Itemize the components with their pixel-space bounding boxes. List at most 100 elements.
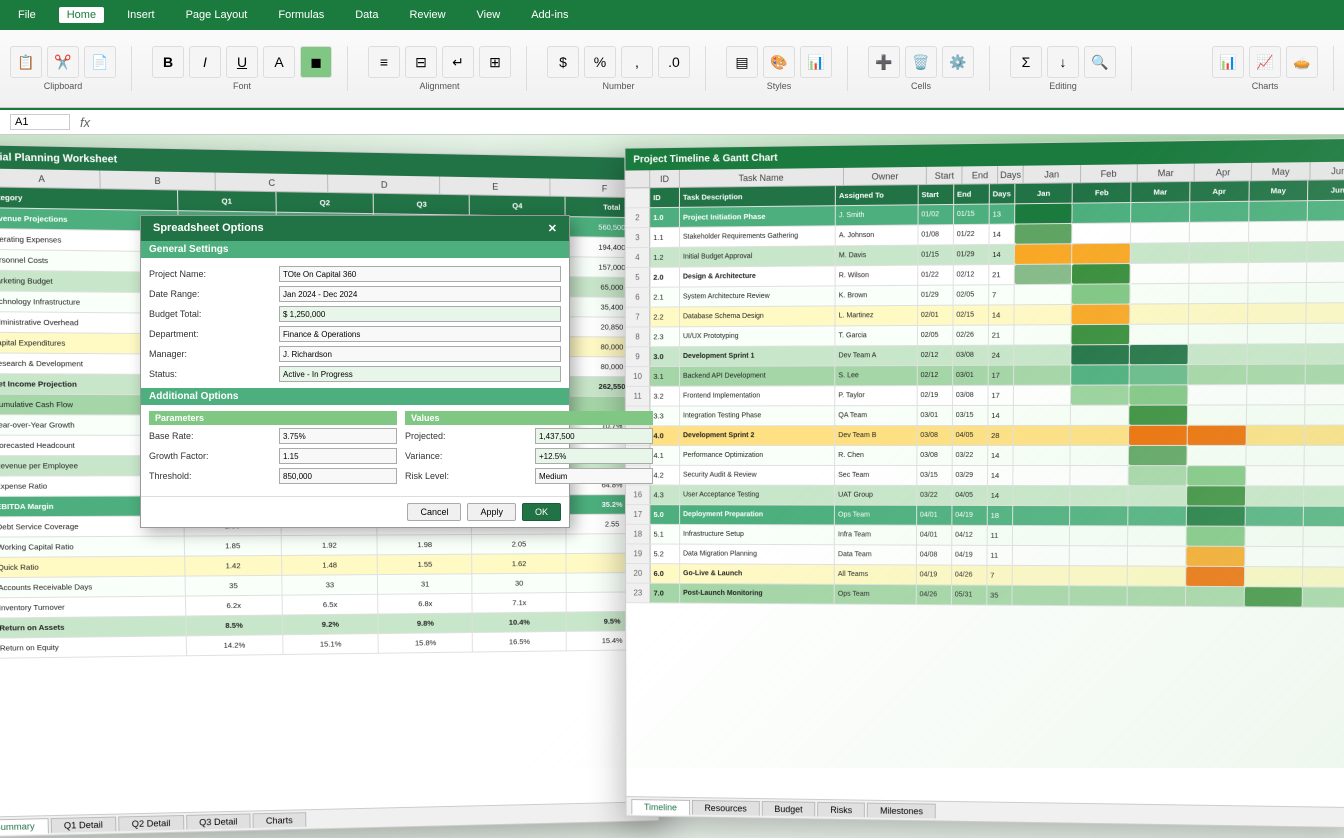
cancel-button[interactable]: Cancel [407,503,461,521]
right-sheet-tab-resources[interactable]: Resources [692,800,760,816]
right-sheet-tab-timeline[interactable]: Timeline [631,799,689,815]
right-col-task: Task Name [680,168,844,187]
sheet-tab-q2[interactable]: Q2 Detail [118,815,184,831]
right-sheet-tab-budget[interactable]: Budget [762,801,816,816]
dialog-col1-title: Parameters [149,411,397,425]
cell-reference-input[interactable] [10,114,70,130]
right-col-may: May [1252,162,1310,180]
ribbon-icons-clipboard: 📋 ✂️ 📄 [10,46,116,78]
table-row: 17 5.0 Deployment Preparation Ops Team 0… [626,505,1344,527]
currency-icon[interactable]: $ [547,46,579,78]
base-rate-input[interactable] [279,428,397,444]
ribbon-tab-review[interactable]: Review [401,7,453,23]
bar-chart-icon[interactable]: 📊 [1212,46,1244,78]
sort-icon[interactable]: ↓ [1047,46,1079,78]
dialog-field-growth: Growth Factor: [149,448,397,464]
project-name-input[interactable] [279,266,561,282]
sheet-tab-q1[interactable]: Q1 Detail [50,817,116,833]
ribbon-group-styles: ▤ 🎨 📊 Styles [726,46,848,91]
formula-fx-label: fx [80,115,90,130]
table-row: 13 4.0 Development Sprint 2 Dev Team B 0… [626,426,1344,447]
ok-button[interactable]: OK [522,503,561,521]
right-sheet-tab-milestones[interactable]: Milestones [867,803,936,819]
dialog-section2-title: Additional Options [141,388,569,405]
sum-icon[interactable]: Σ [1010,46,1042,78]
sheet-tab-charts[interactable]: Charts [253,812,306,828]
cell-styles-icon[interactable]: 📊 [800,46,832,78]
charts-label: Charts [1252,81,1279,91]
table-row: 11 3.2 Frontend Implementation P. Taylor… [626,385,1344,407]
pie-chart-icon[interactable]: 🥧 [1286,46,1318,78]
cut-icon[interactable]: ✂️ [47,46,79,78]
dialog-col-parameters: Parameters Base Rate: Growth Factor: Thr… [149,411,397,488]
bold-icon[interactable]: B [152,46,184,78]
right-sheet-tab-risks[interactable]: Risks [817,802,865,817]
threshold-input[interactable] [279,468,397,484]
increase-decimal-icon[interactable]: .0 [658,46,690,78]
percent-icon[interactable]: % [584,46,616,78]
date-range-input[interactable] [279,286,561,302]
dialog-field-manager: Manager: [149,346,561,362]
ribbon-tab-file[interactable]: File [10,7,44,23]
comma-icon[interactable]: , [621,46,653,78]
budget-input[interactable] [279,306,561,322]
ribbon-tab-view[interactable]: View [469,7,509,23]
dialog-col2-title: Values [405,411,653,425]
line-chart-icon[interactable]: 📈 [1249,46,1281,78]
ribbon-tab-home[interactable]: Home [59,7,104,23]
col-E: E [440,177,550,196]
sheet-tab-summary[interactable]: Summary [0,818,48,835]
right-col-jan: Jan [1024,165,1081,183]
table-row: 10 3.1 Backend API Development S. Lee 02… [626,364,1344,386]
manager-input[interactable] [279,346,561,362]
dialog-title-text: Spreadsheet Options [153,222,264,235]
dialog-field-baserate: Base Rate: [149,428,397,444]
right-col-dur: Days [998,166,1024,184]
format-table-icon[interactable]: 🎨 [763,46,795,78]
right-sheet-tab-strip: Timeline Resources Budget Risks Mileston… [626,796,1344,827]
table-row: 16 4.3 User Acceptance Testing UAT Group… [626,485,1344,506]
alignment-label: Alignment [419,81,459,91]
projected-input[interactable] [535,428,653,444]
dialog-two-col: Parameters Base Rate: Growth Factor: Thr… [149,411,561,488]
dialog-field-threshold: Threshold: [149,468,397,484]
formula-input[interactable]: = Capital 360 [100,116,1334,128]
department-input[interactable] [279,326,561,342]
sheet-tab-q3[interactable]: Q3 Detail [186,813,251,829]
status-input[interactable] [279,366,561,382]
find-icon[interactable]: 🔍 [1084,46,1116,78]
fill-color-icon[interactable]: ◼ [300,46,332,78]
dialog-close-icon[interactable]: ✕ [548,222,557,235]
align-center-icon[interactable]: ⊟ [405,46,437,78]
variance-input[interactable] [535,448,653,464]
ribbon-tab-data[interactable]: Data [347,7,386,23]
ribbon-group-cells: ➕ 🗑️ ⚙️ Cells [868,46,990,91]
copy-icon[interactable]: 📄 [84,46,116,78]
ribbon-group-charts: 📊 📈 🥧 Charts [1212,46,1334,91]
growth-factor-input[interactable] [279,448,397,464]
merge-cells-icon[interactable]: ⊞ [479,46,511,78]
ribbon-icons-cells: ➕ 🗑️ ⚙️ [868,46,974,78]
ribbon-tab-pagelayout[interactable]: Page Layout [178,7,256,23]
right-col-end: End [963,166,999,184]
cond-format-icon[interactable]: ▤ [726,46,758,78]
right-spreadsheet-panel: Project Timeline & Gantt Chart ID Task N… [624,138,1344,828]
right-sheet-title: Project Timeline & Gantt Chart [633,152,777,165]
delete-cells-icon[interactable]: 🗑️ [905,46,937,78]
format-cells-icon[interactable]: ⚙️ [942,46,974,78]
italic-icon[interactable]: I [189,46,221,78]
ribbon-tab-insert[interactable]: Insert [119,7,163,23]
insert-cells-icon[interactable]: ➕ [868,46,900,78]
ribbon-tab-formulas[interactable]: Formulas [270,7,332,23]
font-color-icon[interactable]: A [263,46,295,78]
main-content: Financial Planning Worksheet A B C D E F… [0,135,1344,768]
col-A: A [0,168,101,188]
dialog-field-budget: Budget Total: [149,306,561,322]
align-left-icon[interactable]: ≡ [368,46,400,78]
risk-level-input[interactable] [535,468,653,484]
paste-icon[interactable]: 📋 [10,46,42,78]
underline-icon[interactable]: U [226,46,258,78]
ribbon-tab-addins[interactable]: Add-ins [523,7,576,23]
apply-button[interactable]: Apply [467,503,516,521]
wrap-text-icon[interactable]: ↵ [442,46,474,78]
